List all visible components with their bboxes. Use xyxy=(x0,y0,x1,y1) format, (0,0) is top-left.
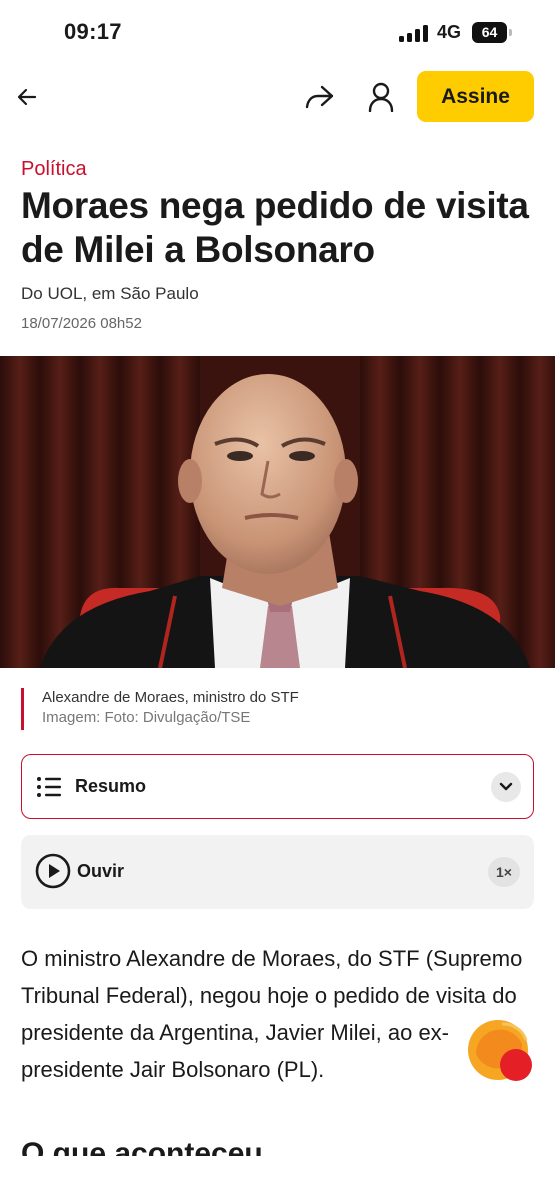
account-button[interactable] xyxy=(362,78,400,116)
user-icon xyxy=(368,82,394,112)
chevron-down-icon xyxy=(499,782,513,791)
caption-credit: Imagem: Foto: Divulgação/TSE xyxy=(42,709,251,726)
status-bar: 09:17 4G 64 xyxy=(0,0,555,66)
uol-logo-icon xyxy=(466,1014,534,1082)
summary-label: Resumo xyxy=(75,776,147,796)
portrait-illustration xyxy=(0,356,555,668)
summary-accordion[interactable]: Resumo xyxy=(21,754,534,819)
article-image[interactable] xyxy=(0,356,555,668)
battery-icon: 64 xyxy=(472,22,512,43)
listen-button[interactable]: Ouvir xyxy=(77,861,124,882)
play-icon[interactable] xyxy=(35,853,71,889)
share-forward-icon xyxy=(305,85,334,109)
image-caption: Alexandre de Moraes, ministro do STF Ima… xyxy=(21,688,541,730)
playback-speed-button[interactable]: 1× xyxy=(488,857,520,887)
list-icon xyxy=(37,777,61,797)
signal-icon xyxy=(399,25,429,42)
battery-level: 64 xyxy=(472,22,507,43)
subscribe-button[interactable]: Assine xyxy=(417,71,534,122)
section-heading: O que aconteceu xyxy=(21,1137,263,1156)
category-link[interactable]: Política xyxy=(21,158,87,181)
top-nav: Assine xyxy=(0,66,555,128)
back-button[interactable] xyxy=(10,80,44,114)
audio-player: Ouvir 1× xyxy=(21,835,534,909)
arrow-left-icon xyxy=(17,88,37,106)
headline: Moraes nega pedido de visita de Milei a … xyxy=(21,185,529,270)
publish-date: 18/07/2026 08h52 xyxy=(21,315,142,332)
summary-toggle-button[interactable] xyxy=(491,772,521,802)
caption-text: Alexandre de Moraes, ministro do STF xyxy=(42,689,299,706)
status-time: 09:17 xyxy=(64,19,122,44)
network-label: 4G xyxy=(437,22,462,42)
floating-uol-button[interactable] xyxy=(462,1010,538,1086)
share-button[interactable] xyxy=(300,78,338,116)
byline: Do UOL, em São Paulo xyxy=(21,284,199,303)
